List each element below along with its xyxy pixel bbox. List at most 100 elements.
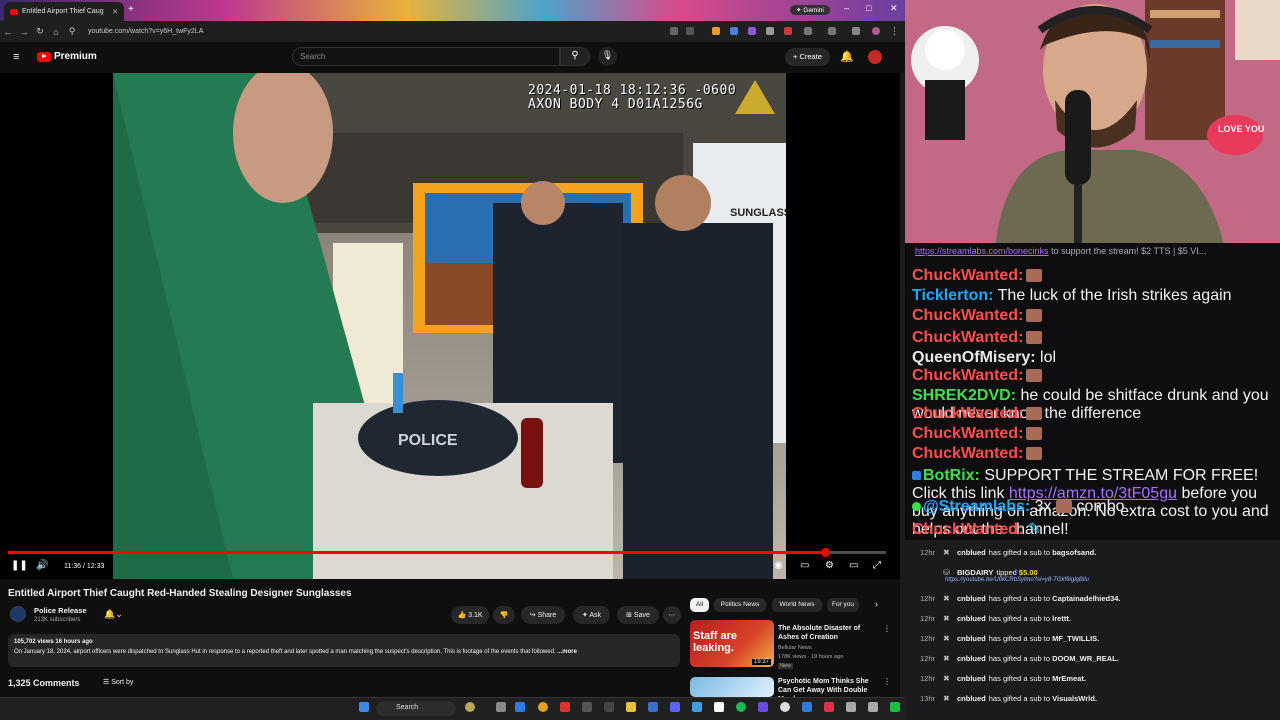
search-button[interactable]: ⚲ <box>560 47 590 66</box>
bookmark-star-icon[interactable] <box>686 27 694 35</box>
rec-thumbnail[interactable] <box>690 677 774 697</box>
youtube-premium-logo[interactable]: Premium <box>37 51 97 62</box>
forward-arrow-icon[interactable]: → <box>16 27 32 37</box>
chat-username[interactable]: ChuckWanted: <box>912 445 1023 462</box>
notification-bell-icon[interactable]: 🔔⌄ <box>104 609 123 620</box>
chat-username[interactable]: ChuckWanted: <box>912 267 1023 284</box>
taskbar-app-icon[interactable] <box>560 702 570 712</box>
chip-for-you[interactable]: For you <box>827 598 859 612</box>
subtitles-icon[interactable]: ▭ <box>800 560 809 571</box>
chip-world-news[interactable]: World News <box>772 598 822 612</box>
hamburger-menu-icon[interactable]: ≡ <box>13 51 19 63</box>
chat-username[interactable]: Ticklerton: <box>912 287 994 304</box>
taskbar-app-icon[interactable] <box>846 702 856 712</box>
taskbar-app-icon[interactable] <box>496 702 506 712</box>
tip-message-link[interactable]: https://youtube.be/U0kCRbSylmo?si=y8-TGk… <box>909 575 1275 585</box>
create-button[interactable]: + Create <box>785 48 830 66</box>
share-button[interactable]: ↪ Share <box>521 606 565 624</box>
windows-start-icon[interactable] <box>359 702 369 712</box>
chat-username[interactable]: ChuckWanted: <box>912 425 1023 442</box>
more-actions-icon[interactable]: ⋯ <box>663 606 681 624</box>
rec-menu-icon[interactable]: ⋮ <box>883 677 891 686</box>
account-avatar[interactable] <box>868 50 882 64</box>
taskbar-app-icon[interactable] <box>802 702 812 712</box>
chat-username[interactable]: ChuckWanted: <box>912 405 1023 422</box>
description-more-link[interactable]: ...more <box>557 649 577 655</box>
ask-button[interactable]: ✦ Ask <box>573 606 610 624</box>
extension-icon[interactable] <box>712 27 720 35</box>
extension-icon[interactable] <box>766 27 774 35</box>
theater-mode-icon[interactable]: ▭ <box>849 560 858 571</box>
taskbar-app-icon[interactable] <box>868 702 878 712</box>
back-arrow-icon[interactable]: ← <box>0 27 16 37</box>
rec-title[interactable]: The Absolute Disaster of Ashes of Creati… <box>778 624 878 642</box>
chip-all[interactable]: All <box>690 598 709 612</box>
voice-search-button[interactable]: 🎙 <box>598 47 617 66</box>
fullscreen-icon[interactable]: ⤢ <box>873 560 881 571</box>
sidepanel-icon[interactable] <box>828 27 836 35</box>
autoplay-toggle[interactable]: ◉ <box>774 560 783 571</box>
browser-tab[interactable]: Entitled Airport Thief Caug ✕ <box>4 2 124 21</box>
extension-icon[interactable] <box>730 27 738 35</box>
sort-by-button[interactable]: ☰ Sort by <box>103 678 133 686</box>
taskbar-app-icon[interactable] <box>714 702 724 712</box>
chip-politics-news[interactable]: Politics News <box>714 598 766 612</box>
chat-username[interactable]: ChuckWanted: <box>912 329 1023 346</box>
chat-username[interactable]: QueenOfMisery: <box>912 349 1036 366</box>
rec-menu-icon[interactable]: ⋮ <box>883 624 891 633</box>
taskbar-app-icon[interactable] <box>692 702 702 712</box>
chat-username[interactable]: BotRix: <box>923 467 980 484</box>
channel-avatar[interactable] <box>10 606 26 622</box>
site-info-icon[interactable]: ⚲ <box>64 26 80 37</box>
extension-icon[interactable] <box>748 27 756 35</box>
minimize-icon[interactable]: – <box>844 3 849 13</box>
extensions-puzzle-icon[interactable] <box>804 27 812 35</box>
pause-icon[interactable]: ❚❚ <box>11 560 28 571</box>
volume-icon[interactable]: 🔊 <box>36 560 48 571</box>
gemini-button[interactable]: ✦ Gemini <box>790 5 830 15</box>
extension-icon[interactable] <box>784 27 792 35</box>
chat-username[interactable]: @Streamlabs: <box>923 498 1030 515</box>
file-explorer-icon[interactable] <box>626 702 636 712</box>
dislike-button[interactable]: 👎 <box>493 606 515 624</box>
chat-username[interactable]: SHREK2DVD: <box>912 387 1016 404</box>
taskbar-app-icon[interactable] <box>758 702 768 712</box>
extension-icon[interactable] <box>852 27 860 35</box>
save-button[interactable]: ⊞ Save <box>617 606 659 624</box>
close-icon[interactable]: ✕ <box>112 8 118 16</box>
window-close-icon[interactable]: ✕ <box>890 3 898 14</box>
taskbar-app-icon[interactable] <box>890 702 900 712</box>
chat-username[interactable]: ChuckWanted: <box>912 521 1023 538</box>
video-scrubber-handle[interactable] <box>820 548 830 557</box>
like-button[interactable]: 👍 3.1K <box>451 606 489 624</box>
cast-icon[interactable] <box>670 27 678 35</box>
taskbar-app-icon[interactable] <box>582 702 592 712</box>
settings-gear-icon[interactable]: ⚙ <box>825 560 834 571</box>
browser-menu-icon[interactable]: ⋮ <box>890 26 899 37</box>
url-field[interactable]: youtube.com/watch?v=y6H_twFy2LA <box>88 28 203 35</box>
taskbar-search[interactable]: Search <box>376 701 456 716</box>
channel-name[interactable]: Police Release <box>34 606 87 615</box>
reload-icon[interactable]: ↻ <box>32 26 48 37</box>
search-input[interactable]: Search <box>292 47 560 66</box>
chat-username[interactable]: ChuckWanted: <box>912 307 1023 324</box>
taskbar-app-icon[interactable] <box>465 702 475 712</box>
chat-username[interactable]: ChuckWanted: <box>912 367 1023 384</box>
new-tab-icon[interactable]: + <box>128 4 134 15</box>
maximize-icon[interactable]: □ <box>866 3 871 13</box>
spotify-icon[interactable] <box>736 702 746 712</box>
rec-channel[interactable]: Bellular News <box>778 645 812 651</box>
discord-icon[interactable] <box>670 702 680 712</box>
taskbar-app-icon[interactable] <box>780 702 790 712</box>
rec-thumbnail[interactable]: Staff are leaking. 19:37 <box>690 620 774 667</box>
streamlabs-link[interactable]: https://streamlabs.com/bonecinks <box>915 246 1049 256</box>
home-icon[interactable]: ⌂ <box>48 27 64 37</box>
taskbar-app-icon[interactable] <box>824 702 834 712</box>
chrome-icon[interactable] <box>538 702 548 712</box>
taskbar-app-icon[interactable] <box>515 702 525 712</box>
profile-avatar[interactable] <box>872 27 880 35</box>
taskbar-app-icon[interactable] <box>648 702 658 712</box>
taskbar-app-icon[interactable] <box>604 702 614 712</box>
video-frame[interactable]: SUNGLASS POLICE <box>113 73 786 579</box>
notifications-bell-icon[interactable]: 🔔 <box>840 50 854 63</box>
